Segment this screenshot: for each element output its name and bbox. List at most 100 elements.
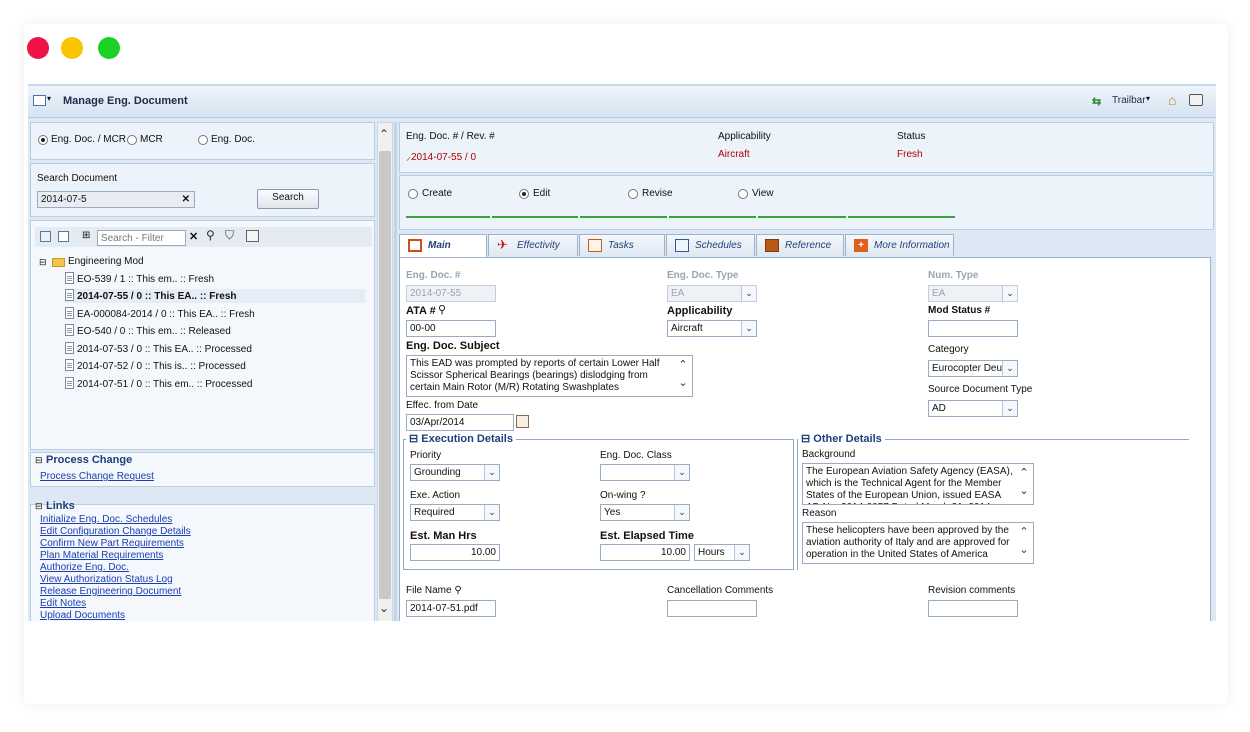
priority-select[interactable]: Grounding ⌄ [410,464,500,481]
tree-collapse-icon[interactable]: ⊟ [39,257,47,268]
doc-rev-label: Eng. Doc. # / Rev. # [406,131,495,142]
add-icon[interactable]: ⊞ [82,230,90,241]
mode-create-radio[interactable] [408,189,418,199]
elapsed-unit-select[interactable]: Hours ⌄ [694,544,750,561]
minimize-dot-icon[interactable] [61,37,83,59]
mode-create-label: Create [422,188,453,199]
textarea-scroll-down-icon[interactable]: ⌄ [1017,543,1031,557]
tree-item[interactable]: 2014-07-52 / 0 :: This is.. :: Processed [65,359,246,373]
trailbar-button[interactable]: Trailbar [1112,95,1146,106]
radio-eng-doc[interactable] [198,135,208,145]
eng-doc-no-input: 2014-07-55 [406,285,496,302]
tree-item[interactable]: 2014-07-53 / 0 :: This EA.. :: Processed [65,342,252,356]
tab-main[interactable]: Main [399,234,487,257]
onwing-select[interactable]: Yes ⌄ [600,504,690,521]
link-edit-notes[interactable]: Edit Notes [40,598,86,610]
exe-action-select[interactable]: Required ⌄ [410,504,500,521]
trailbar-chevron-icon[interactable]: ▾ [1146,94,1150,103]
main-form-panel: Eng. Doc. # 2014-07-55 Eng. Doc. Type EA… [399,257,1211,621]
effec-date-input[interactable]: 03/Apr/2014 [406,414,514,431]
clipboard-icon [588,239,602,252]
search-button[interactable]: Search [257,189,319,209]
filter-input[interactable]: Search - Filter [97,230,186,246]
left-scrollbar[interactable]: ⌃ ⌄ [377,122,393,621]
search-input[interactable]: 2014-07-5 ✕ [37,191,195,208]
close-dot-icon[interactable] [27,37,49,59]
link-plan-material[interactable]: Plan Material Requirements [40,550,163,562]
textarea-scroll-up-icon[interactable]: ⌃ [1017,466,1031,480]
doc-header-panel: Eng. Doc. # / Rev. # ⸝2014-07-55 / 0 App… [399,122,1214,173]
home-icon[interactable]: ⌂ [1168,92,1176,108]
est-man-hrs-input[interactable]: 10.00 [410,544,500,561]
textarea-scroll-up-icon[interactable]: ⌃ [1017,525,1031,539]
tree-root-label[interactable]: Engineering Mod [68,255,144,268]
est-elapsed-input[interactable]: 10.00 [600,544,690,561]
status-label: Status [897,131,926,142]
mod-status-input[interactable] [928,320,1018,337]
tab-schedules[interactable]: Schedules [666,234,755,256]
eng-doc-class-select[interactable]: ⌄ [600,464,690,481]
calendar-picker-icon[interactable] [516,415,529,428]
textarea-scroll-down-icon[interactable]: ⌄ [676,376,690,390]
subject-textarea[interactable]: This EAD was prompted by reports of cert… [406,355,693,397]
execution-details-title[interactable]: ⊟ Execution Details [406,432,516,445]
chevron-down-icon[interactable]: ▾ [47,94,51,103]
links-collapse-icon[interactable]: ⊟ [35,501,43,512]
funnel-icon[interactable]: ⛉ [225,228,234,243]
tab-tasks[interactable]: Tasks [579,234,665,256]
file-name-input[interactable]: 2014-07-51.pdf [406,600,496,617]
scroll-thumb[interactable] [379,151,391,599]
window-menu-icon[interactable] [33,95,46,106]
scroll-down-icon[interactable]: ⌄ [379,601,389,615]
mode-view-radio[interactable] [738,189,748,199]
source-doc-type-select[interactable]: AD ⌄ [928,400,1018,417]
link-release-doc[interactable]: Release Engineering Document [40,586,181,598]
print-icon[interactable] [1189,94,1203,106]
textarea-scroll-down-icon[interactable]: ⌄ [1017,484,1031,498]
filter-clear-icon[interactable]: ✕ [189,230,198,243]
link-authorize[interactable]: Authorize Eng. Doc. [40,562,129,574]
link-authorization-log[interactable]: View Authorization Status Log [40,574,173,586]
radio-eng-doc-mcr[interactable] [38,135,48,145]
find-icon[interactable] [246,230,259,242]
applicability-select[interactable]: Aircraft ⌄ [667,320,757,337]
tree-item-selected[interactable]: 2014-07-55 / 0 :: This EA.. :: Fresh [65,289,365,303]
revision-comments-input[interactable] [928,600,1018,617]
document-icon [65,342,74,354]
expand-all-icon[interactable] [40,231,51,242]
process-change-request-link[interactable]: Process Change Request [40,471,154,483]
ata-search-icon[interactable]: ⚲ [438,303,446,316]
category-select[interactable]: Eurocopter Deu ⌄ [928,360,1018,377]
cancel-comments-input[interactable] [667,600,757,617]
tree-item[interactable]: EA-000084-2014 / 0 :: This EA.. :: Fresh [65,307,255,321]
mode-edit-radio[interactable] [519,189,529,199]
tree-item[interactable]: EO-540 / 0 :: This em.. :: Released [65,324,231,338]
est-man-hrs-label: Est. Man Hrs [410,530,477,542]
mode-revise-radio[interactable] [628,189,638,199]
reason-textarea[interactable]: These helicopters have been approved by … [802,522,1034,564]
radio-mcr[interactable] [127,135,137,145]
collapse-all-icon[interactable] [58,231,69,242]
tree-item[interactable]: 2014-07-51 / 0 :: This em.. :: Processed [65,377,252,391]
textarea-scroll-up-icon[interactable]: ⌃ [676,358,690,372]
tree-item[interactable]: EO-539 / 1 :: This em.. :: Fresh [65,272,214,286]
process-change-collapse-icon[interactable]: ⊟ [35,455,43,466]
chevron-down-icon: ⌄ [734,545,749,560]
scroll-up-icon[interactable]: ⌃ [379,127,389,141]
link-edit-config-change[interactable]: Edit Configuration Change Details [40,526,191,538]
link-initialize-schedules[interactable]: Initialize Eng. Doc. Schedules [40,514,172,526]
background-textarea[interactable]: The European Aviation Safety Agency (EAS… [802,463,1034,505]
tab-more-information[interactable]: + More Information [845,234,954,256]
est-elapsed-label: Est. Elapsed Time [600,530,694,542]
search-icon[interactable]: ⚲ [206,228,215,242]
link-upload-documents[interactable]: Upload Documents [40,610,125,621]
other-details-title[interactable]: ⊟ Other Details [798,432,885,445]
maximize-dot-icon[interactable] [98,37,120,59]
ata-input[interactable]: 00-00 [406,320,496,337]
trailbar-icon[interactable]: ⇆ [1092,95,1101,108]
tab-reference[interactable]: Reference [756,234,844,256]
tab-effectivity[interactable]: ✈ Effectivity [488,234,578,256]
clear-icon[interactable]: ✕ [182,193,190,206]
link-confirm-new-part[interactable]: Confirm New Part Requirements [40,538,184,550]
splitter[interactable] [394,122,397,621]
